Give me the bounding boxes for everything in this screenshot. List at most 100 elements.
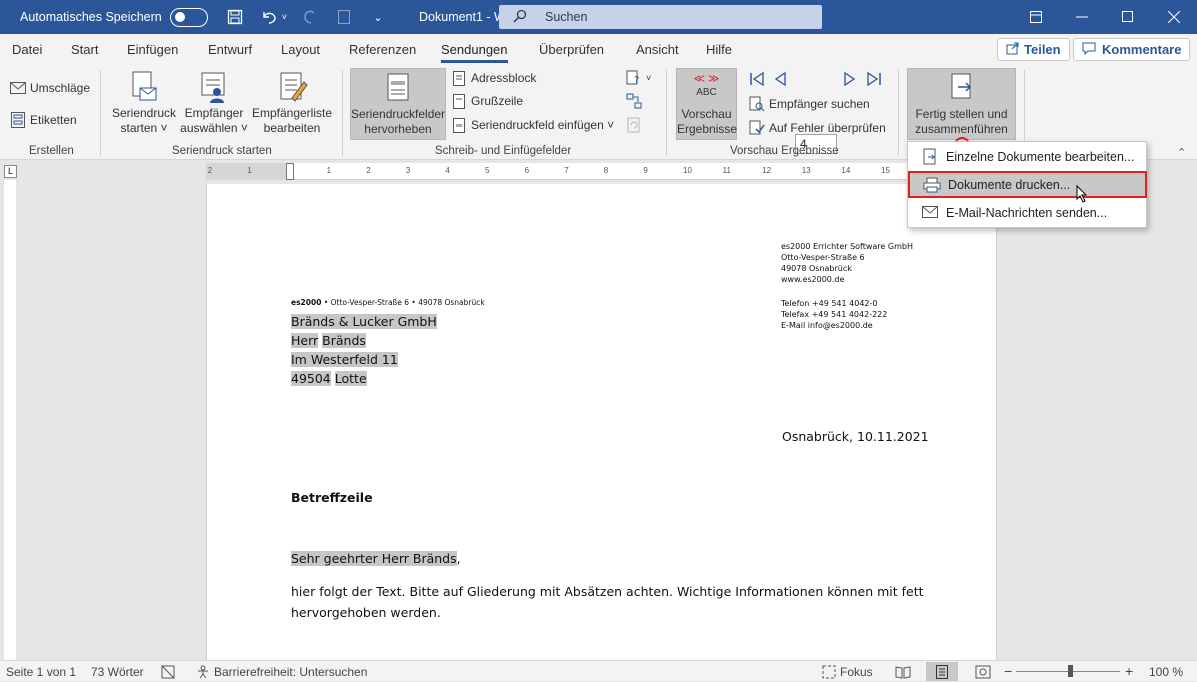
word-count[interactable]: 73 Wörter [91, 665, 144, 679]
tab-referenzen[interactable]: Referenzen [349, 42, 416, 57]
vertical-ruler[interactable] [0, 180, 20, 660]
horizontal-ruler[interactable]: 2112345678910111213141516 [206, 163, 996, 180]
merge-field-city[interactable]: Lotte [334, 371, 367, 386]
start-mail-merge-label: Seriendruck [111, 106, 177, 120]
merge-field-title[interactable]: Herr [291, 333, 319, 348]
tab-sendungen[interactable]: Sendungen [441, 42, 508, 63]
document-page[interactable]: es2000 Errichter Software GmbH Otto-Vesp… [206, 184, 997, 660]
autosave-label: Automatisches Speichern [20, 10, 162, 24]
minimize-icon[interactable] [1059, 0, 1105, 34]
save-icon[interactable] [224, 6, 246, 28]
proofing-icon[interactable] [161, 665, 177, 682]
search-box[interactable]: Suchen [499, 5, 822, 29]
svg-text:?: ? [634, 75, 639, 86]
web-layout-icon[interactable] [975, 665, 991, 682]
edit-individual-documents-label: Einzelne Dokumente bearbeiten... [946, 149, 1135, 164]
first-record-icon[interactable] [749, 71, 765, 90]
envelope-icon [10, 80, 26, 96]
undo-icon[interactable] [258, 6, 280, 28]
print-documents-item[interactable]: Dokumente drucken... [908, 171, 1147, 203]
insert-merge-field-button[interactable]: Seriendruckfeld einfügen ˅ [451, 117, 614, 133]
greeting-line-button[interactable]: Grußzeile [451, 93, 523, 109]
check-errors-label: Auf Fehler überprüfen [769, 121, 886, 135]
last-record-icon[interactable] [866, 71, 882, 90]
ribbon-display-options-icon[interactable] [1013, 0, 1059, 34]
finish-and-merge-button[interactable]: Fertig stellen und zusammenführen ˅ [907, 68, 1016, 153]
finish-and-merge-label: Fertig stellen und [915, 107, 1008, 121]
edit-individual-documents-item[interactable]: Einzelne Dokumente bearbeiten... [908, 143, 1146, 170]
tab-start[interactable]: Start [71, 42, 98, 57]
highlight-merge-fields-label2: hervorheben [364, 122, 432, 136]
zoom-out-icon[interactable]: − [1004, 663, 1012, 679]
merge-field-greeting[interactable]: Sehr geehrter Herr Bränds [291, 551, 457, 566]
insert-merge-field-label: Seriendruckfeld einfügen ˅ [471, 118, 615, 132]
find-recipient-button[interactable]: Empfänger suchen [749, 96, 870, 112]
labels-button[interactable]: Etiketten [10, 112, 77, 128]
title-bar: Automatisches Speichern ˅ ⌄ Dokument1 - … [0, 0, 1197, 34]
merge-field-company[interactable]: Bränds & Lucker GmbH [291, 314, 437, 329]
update-labels-button [626, 117, 646, 133]
match-fields-button[interactable] [626, 93, 646, 109]
focus-label[interactable]: Fokus [840, 665, 873, 679]
envelopes-button[interactable]: Umschläge [10, 80, 90, 96]
zoom-level[interactable]: 100 % [1149, 665, 1183, 679]
tab-selector[interactable]: L [4, 165, 17, 178]
tab-ansicht[interactable]: Ansicht [636, 42, 679, 57]
start-mail-merge-button[interactable]: Seriendruck starten ˅ [111, 70, 177, 136]
tab-entwurf[interactable]: Entwurf [208, 42, 252, 57]
group-label-schreib: Schreib- und Einfügefelder [435, 145, 572, 157]
zoom-slider-thumb[interactable] [1068, 665, 1073, 677]
focus-icon[interactable] [822, 665, 836, 682]
ruler-tick-label: 8 [603, 166, 609, 175]
comments-button[interactable]: Kommentare [1073, 38, 1191, 61]
highlight-merge-fields-button[interactable]: Seriendruckfelder hervorheben [350, 68, 446, 140]
preview-results-button[interactable]: ≪ ≫ ABC Vorschau Ergebnisse [676, 68, 737, 140]
rules-button[interactable]: ? ˅ [626, 70, 651, 86]
previous-record-icon[interactable] [773, 71, 787, 90]
zoom-in-icon[interactable]: + [1125, 663, 1133, 679]
ruler-tick-label: 1 [326, 166, 332, 175]
ruler-tick-label: 1 [247, 166, 252, 175]
accessibility-label[interactable]: Barrierefreiheit: Untersuchen [214, 665, 367, 679]
group-label-seriendruck: Seriendruck starten [172, 145, 272, 157]
address-block-button[interactable]: Adressblock [451, 70, 536, 86]
finish-merge-dropdown: Einzelne Dokumente bearbeiten... Dokumen… [907, 141, 1147, 228]
autosave-toggle[interactable] [169, 7, 208, 27]
tab-ueberpruefen[interactable]: Überprüfen [539, 42, 604, 57]
page-count[interactable]: Seite 1 von 1 [6, 665, 76, 679]
edit-recipient-list-button[interactable]: Empfängerliste bearbeiten [250, 70, 334, 136]
print-layout-icon[interactable] [926, 662, 958, 681]
share-button[interactable]: Teilen [997, 38, 1070, 61]
preview-results-icon: ≪ ≫ ABC [677, 73, 736, 107]
ruler-tick-label: 14 [841, 166, 851, 175]
collapse-ribbon-icon[interactable]: ⌃ [1177, 146, 1186, 159]
sender-line: Otto-Vesper-Straße 6 [781, 253, 865, 262]
tab-hilfe[interactable]: Hilfe [706, 42, 732, 57]
match-fields-icon [626, 93, 642, 109]
tab-einfuegen[interactable]: Einfügen [127, 42, 178, 57]
print-preview-icon [333, 6, 355, 28]
search-placeholder: Suchen [545, 10, 588, 24]
close-icon[interactable] [1151, 0, 1197, 34]
accessibility-icon[interactable] [196, 665, 210, 682]
select-recipients-button[interactable]: Empfänger auswählen ˅ [180, 70, 248, 136]
greeting-line: Sehr geehrter Herr Bränds, [291, 551, 461, 566]
check-errors-button[interactable]: Auf Fehler überprüfen [749, 120, 886, 136]
status-bar: Seite 1 von 1 73 Wörter Barrierefreiheit… [0, 660, 1197, 681]
next-record-icon[interactable] [843, 71, 857, 90]
contact-line: Telefax +49 541 4042-222 [781, 310, 888, 319]
merge-field-street[interactable]: Im Westerfeld 11 [291, 352, 398, 367]
insert-field-icon [451, 117, 467, 133]
indent-marker[interactable] [286, 163, 294, 180]
customize-qat-icon[interactable]: ⌄ [367, 6, 389, 28]
send-email-item[interactable]: E-Mail-Nachrichten senden... [908, 199, 1146, 226]
read-mode-icon[interactable] [895, 665, 911, 682]
ruler-tick-label: 7 [564, 166, 569, 175]
merge-field-zip[interactable]: 49504 [291, 371, 331, 386]
undo-dropdown-icon[interactable]: ˅ [282, 12, 287, 22]
merge-field-name[interactable]: Bränds [322, 333, 366, 348]
send-email-label: E-Mail-Nachrichten senden... [946, 205, 1108, 220]
maximize-icon[interactable] [1105, 0, 1151, 34]
tab-datei[interactable]: Datei [12, 42, 42, 57]
tab-layout[interactable]: Layout [281, 42, 320, 57]
